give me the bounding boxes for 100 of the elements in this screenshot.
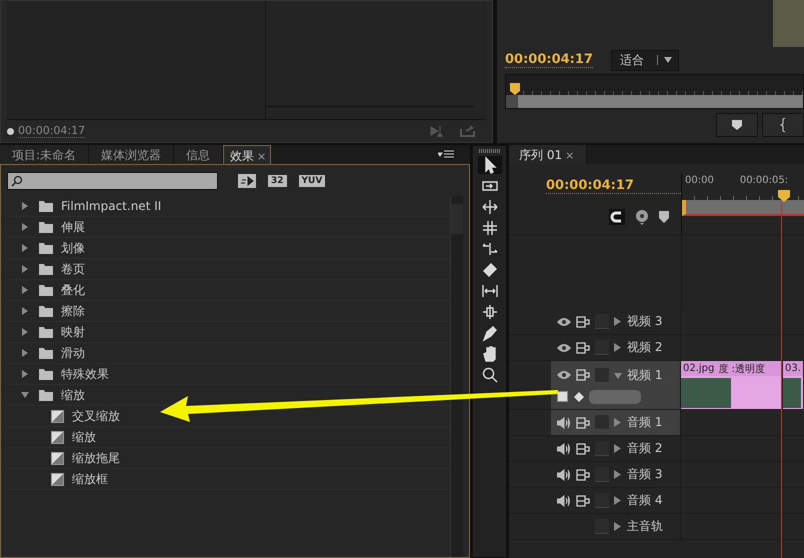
track-lock-toggle[interactable] <box>595 467 609 482</box>
panel-tab[interactable]: 媒体浏览器 <box>89 145 174 164</box>
effect-list-item[interactable]: 缩放 <box>72 428 96 446</box>
disclosure-triangle-icon[interactable] <box>21 244 29 252</box>
timecode[interactable]: 00:00:04:17 <box>546 178 681 194</box>
pen-icon <box>480 324 498 342</box>
effect-list-item[interactable]: 缩放框 <box>72 470 108 488</box>
disclosure-triangle-icon[interactable] <box>614 470 622 479</box>
track-lock-toggle[interactable] <box>595 415 609 430</box>
add-marker-button[interactable] <box>716 113 758 138</box>
sync-lock-icon[interactable] <box>576 316 590 328</box>
video-clip[interactable]: 03. <box>783 361 803 409</box>
track-header[interactable]: 音频 3 <box>551 462 681 487</box>
disclosure-triangle-icon[interactable] <box>21 370 29 378</box>
effect-list-item[interactable]: 划像 <box>61 240 85 256</box>
sync-lock-icon[interactable] <box>576 416 590 428</box>
track-lock-toggle[interactable] <box>595 368 609 382</box>
rate-stretch-icon <box>480 240 498 258</box>
timecode[interactable]: 00:00:04:17 <box>505 52 593 68</box>
effect-list-item[interactable]: 擦除 <box>61 302 85 320</box>
effect-list-item[interactable]: FilmImpact.net II <box>61 199 162 213</box>
filter-toggle[interactable]: YUV <box>298 175 326 187</box>
track-lock-toggle[interactable] <box>595 441 609 456</box>
disclosure-triangle-icon[interactable] <box>614 370 622 380</box>
track-header[interactable]: 音频 1 <box>551 410 681 435</box>
speaker-icon[interactable] <box>557 468 571 480</box>
zoom-bar-handle[interactable] <box>506 95 518 108</box>
accelerated-effects-icon[interactable] <box>238 174 256 188</box>
disclosure-triangle-icon[interactable] <box>614 522 622 531</box>
disclosure-triangle-icon[interactable] <box>614 418 622 427</box>
panel-tab[interactable]: 项目:未命名 <box>0 145 90 164</box>
effect-list-item[interactable]: 特殊效果 <box>61 366 109 382</box>
effect-list-item[interactable]: 映射 <box>61 324 85 340</box>
sync-lock-icon[interactable] <box>576 369 590 381</box>
marker-icon[interactable] <box>659 211 669 223</box>
time-ruler[interactable] <box>505 74 804 110</box>
track-lock-toggle[interactable] <box>595 340 609 355</box>
timecode[interactable]: 00:00:04:17 <box>18 124 86 138</box>
playhead-icon[interactable] <box>778 190 790 202</box>
eye-icon[interactable] <box>557 316 571 326</box>
folder-icon <box>39 326 53 338</box>
track-header[interactable]: 视频 1 <box>551 361 681 409</box>
panel-tab[interactable]: 效果 × <box>223 145 272 164</box>
eye-icon[interactable] <box>557 370 571 380</box>
panel-menu-icon[interactable] <box>438 150 454 160</box>
effect-list-item[interactable]: 交叉缩放 <box>72 408 120 424</box>
scrollbar[interactable] <box>450 196 463 557</box>
disclosure-triangle-icon[interactable] <box>614 317 622 326</box>
eye-icon[interactable] <box>557 342 571 352</box>
sync-lock-icon[interactable] <box>576 468 590 480</box>
track-header[interactable]: 音频 2 <box>551 436 681 461</box>
disclosure-triangle-icon[interactable] <box>21 202 29 210</box>
effect-list-item[interactable]: 滑动 <box>61 344 85 362</box>
fit-dropdown[interactable]: 适合 <box>610 50 679 71</box>
speaker-icon[interactable] <box>557 416 571 428</box>
track-header[interactable]: 主音轨 <box>551 514 681 539</box>
disclosure-triangle-icon[interactable] <box>21 307 29 315</box>
disclosure-triangle-icon[interactable] <box>614 444 622 453</box>
effect-list-item[interactable]: 伸展 <box>61 218 85 236</box>
disclosure-triangle-icon[interactable] <box>21 223 29 231</box>
clip-effect-label[interactable]: 度 :透明度 <box>718 362 765 376</box>
playhead-icon[interactable] <box>510 83 520 96</box>
sync-lock-icon[interactable] <box>576 442 590 454</box>
video-clip[interactable]: 02.jpg 度 :透明度 <box>681 361 782 409</box>
track-header[interactable]: 视频 3 <box>551 309 681 334</box>
disclosure-triangle-icon[interactable] <box>21 286 29 294</box>
keyframe-diamond-icon[interactable] <box>574 392 584 402</box>
sequence-tab[interactable]: 序列 01 × <box>509 145 588 164</box>
disclosure-triangle-icon[interactable] <box>21 349 29 357</box>
disclosure-triangle-icon[interactable] <box>21 328 29 336</box>
marker-dot-icon <box>7 128 14 134</box>
speaker-icon[interactable] <box>557 494 571 506</box>
disc-icon[interactable] <box>635 209 649 225</box>
search-field[interactable] <box>7 172 218 190</box>
track-header[interactable]: 视频 2 <box>551 335 681 360</box>
ripple-edit-icon <box>480 198 498 216</box>
panel-tab[interactable]: 信息 <box>174 145 224 164</box>
time-ruler[interactable]: 00:00 00:00:05: <box>681 172 804 234</box>
track-lock-toggle[interactable] <box>595 519 609 534</box>
close-icon[interactable]: × <box>257 150 266 162</box>
disclosure-triangle-icon[interactable] <box>21 265 29 273</box>
speaker-icon[interactable] <box>557 442 571 454</box>
effect-list-item[interactable]: 缩放拖尾 <box>72 450 120 466</box>
filter-toggle[interactable]: 32 <box>268 175 287 187</box>
sync-lock-icon[interactable] <box>576 494 590 506</box>
effect-icon <box>51 410 64 422</box>
effect-list-item[interactable]: 叠化 <box>61 282 85 298</box>
disclosure-triangle-icon[interactable] <box>614 343 622 352</box>
keyframe-display-icon[interactable] <box>557 390 569 402</box>
track-lock-toggle[interactable] <box>595 493 609 508</box>
track-header[interactable]: 音频 4 <box>551 488 681 513</box>
snap-magnet-icon[interactable] <box>609 209 625 225</box>
sync-lock-icon[interactable] <box>576 342 590 354</box>
close-icon[interactable]: × <box>565 149 574 162</box>
effect-list-item[interactable]: 缩放 <box>61 386 85 404</box>
disclosure-triangle-icon[interactable] <box>21 391 29 399</box>
tool-button[interactable] <box>478 156 502 174</box>
track-lock-toggle[interactable] <box>595 314 609 329</box>
effect-list-item[interactable]: 卷页 <box>61 260 85 278</box>
disclosure-triangle-icon[interactable] <box>614 496 622 505</box>
